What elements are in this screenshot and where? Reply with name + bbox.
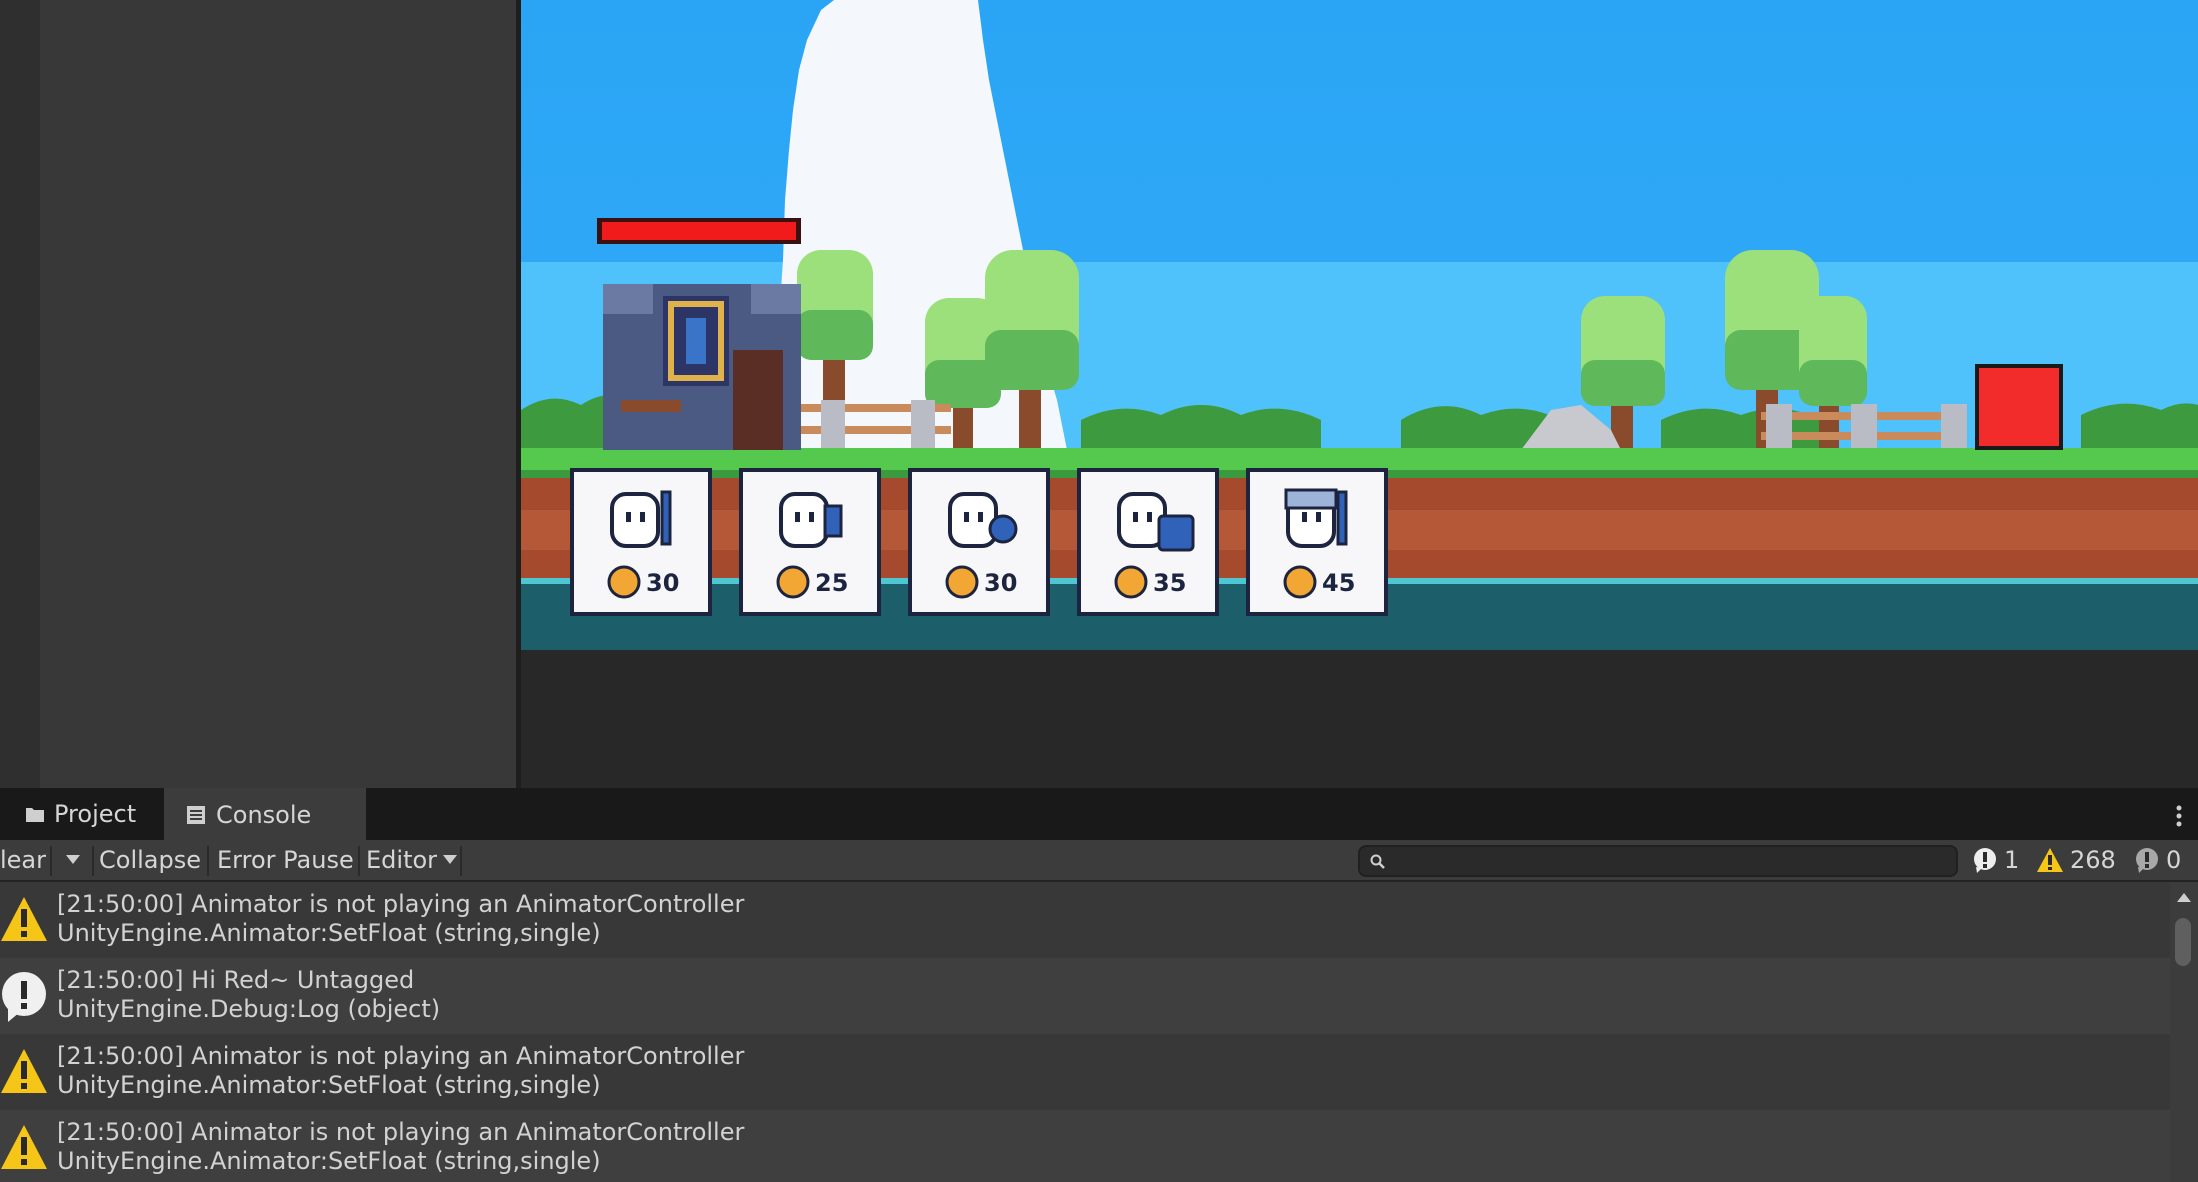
unit-cost: 45 bbox=[1322, 569, 1355, 597]
log-message: [21:50:00] Animator is not playing an An… bbox=[57, 1042, 745, 1070]
warning-icon bbox=[1, 1049, 47, 1093]
warning-icon bbox=[2037, 848, 2063, 872]
scrollbar-thumb[interactable] bbox=[2175, 918, 2191, 966]
console-scrollbar[interactable] bbox=[2170, 882, 2198, 1182]
log-count: 1 bbox=[2004, 846, 2020, 874]
toolbar-divider bbox=[207, 846, 209, 876]
tab-console[interactable]: Console bbox=[164, 788, 366, 840]
warning-icon bbox=[1, 897, 47, 941]
unit-card[interactable]: 30 bbox=[908, 468, 1050, 616]
chevron-down-icon bbox=[66, 855, 80, 864]
game-view-panel: 30 25 30 35 45 bbox=[521, 0, 2198, 788]
console-toolbar: lear Collapse Error Pause Editor 1 268 0 bbox=[0, 840, 2198, 882]
error-icon bbox=[2136, 848, 2158, 873]
error-pause-button[interactable]: Error Pause bbox=[217, 840, 354, 880]
log-stacktrace: UnityEngine.Animator:SetFloat (string,si… bbox=[57, 919, 601, 947]
clear-button[interactable]: lear bbox=[0, 840, 46, 880]
castle-health-fill bbox=[602, 222, 796, 240]
log-entry[interactable]: [21:50:00] Animator is not playing an An… bbox=[0, 1034, 2170, 1110]
chevron-down-icon bbox=[443, 855, 458, 864]
search-input[interactable] bbox=[1394, 847, 1948, 877]
log-count-toggle[interactable]: 1 bbox=[1972, 840, 2019, 880]
log-message: [21:50:00] Hi Red~ Untagged bbox=[57, 966, 415, 994]
info-icon bbox=[1974, 848, 1996, 873]
warning-count-toggle[interactable]: 268 bbox=[2036, 840, 2116, 880]
unit-card[interactable]: 30 bbox=[570, 468, 712, 616]
tab-project[interactable]: Project bbox=[0, 788, 164, 840]
warning-icon bbox=[1, 1125, 47, 1169]
tab-console-label: Console bbox=[216, 801, 312, 829]
unit-cost: 30 bbox=[646, 569, 679, 597]
coin-icon bbox=[1283, 565, 1317, 599]
info-icon bbox=[2, 972, 46, 1022]
toolbar-divider bbox=[92, 846, 94, 876]
hierarchy-panel bbox=[0, 0, 518, 788]
unit-cost: 30 bbox=[984, 569, 1017, 597]
scroll-up-icon[interactable] bbox=[2177, 892, 2191, 902]
unit-card[interactable]: 25 bbox=[739, 468, 881, 616]
unit-cost: 25 bbox=[815, 569, 848, 597]
toolbar-divider bbox=[460, 846, 462, 876]
log-stacktrace: UnityEngine.Debug:Log (object) bbox=[57, 995, 441, 1023]
castle-health-bar bbox=[597, 218, 801, 244]
warning-count: 268 bbox=[2070, 846, 2116, 874]
coin-icon bbox=[607, 565, 641, 599]
toolbar-divider bbox=[358, 846, 360, 876]
error-count-toggle[interactable]: 0 bbox=[2134, 840, 2181, 880]
clear-options-dropdown[interactable] bbox=[58, 840, 88, 880]
folder-icon bbox=[26, 808, 44, 822]
clear-button-label: lear bbox=[0, 846, 47, 874]
console-search[interactable] bbox=[1358, 845, 1958, 877]
tab-project-label: Project bbox=[54, 800, 137, 828]
log-entry[interactable]: [21:50:00] Animator is not playing an An… bbox=[0, 1110, 2170, 1182]
enemy-block[interactable] bbox=[1975, 364, 2063, 450]
unit-cost: 35 bbox=[1153, 569, 1186, 597]
error-count: 0 bbox=[2166, 846, 2182, 874]
coin-icon bbox=[945, 565, 979, 599]
unit-card[interactable]: 35 bbox=[1077, 468, 1219, 616]
editor-dropdown-label: Editor bbox=[366, 846, 438, 874]
log-message: [21:50:00] Animator is not playing an An… bbox=[57, 890, 745, 918]
search-icon bbox=[1370, 854, 1385, 869]
bottom-tab-bar: Project Console bbox=[0, 788, 2198, 840]
collapse-button-label: Collapse bbox=[99, 846, 201, 874]
log-stacktrace: UnityEngine.Animator:SetFloat (string,si… bbox=[57, 1147, 601, 1175]
editor-dropdown[interactable]: Editor bbox=[366, 840, 458, 880]
unit-card[interactable]: 45 bbox=[1246, 468, 1388, 616]
toolbar-divider bbox=[50, 846, 52, 876]
collapse-button[interactable]: Collapse bbox=[99, 840, 201, 880]
more-options-icon[interactable] bbox=[2174, 805, 2184, 827]
game-scene[interactable]: 30 25 30 35 45 bbox=[521, 0, 2198, 650]
log-message: [21:50:00] Animator is not playing an An… bbox=[57, 1118, 745, 1146]
log-stacktrace: UnityEngine.Animator:SetFloat (string,si… bbox=[57, 1071, 601, 1099]
knight-sword-icon bbox=[610, 490, 672, 548]
log-entry[interactable]: [21:50:00] Hi Red~ Untagged UnityEngine.D… bbox=[0, 958, 2170, 1034]
coin-icon bbox=[776, 565, 810, 599]
unit-shop: 30 25 30 35 45 bbox=[570, 468, 1388, 616]
player-castle[interactable] bbox=[603, 284, 801, 450]
console-log-list[interactable]: [21:50:00] Animator is not playing an An… bbox=[0, 882, 2170, 1182]
console-icon bbox=[187, 806, 205, 824]
coin-icon bbox=[1114, 565, 1148, 599]
hierarchy-gutter bbox=[0, 0, 40, 788]
helmet-knight-icon bbox=[1284, 488, 1348, 548]
error-pause-button-label: Error Pause bbox=[217, 846, 354, 874]
log-entry[interactable]: [21:50:00] Animator is not playing an An… bbox=[0, 882, 2170, 958]
